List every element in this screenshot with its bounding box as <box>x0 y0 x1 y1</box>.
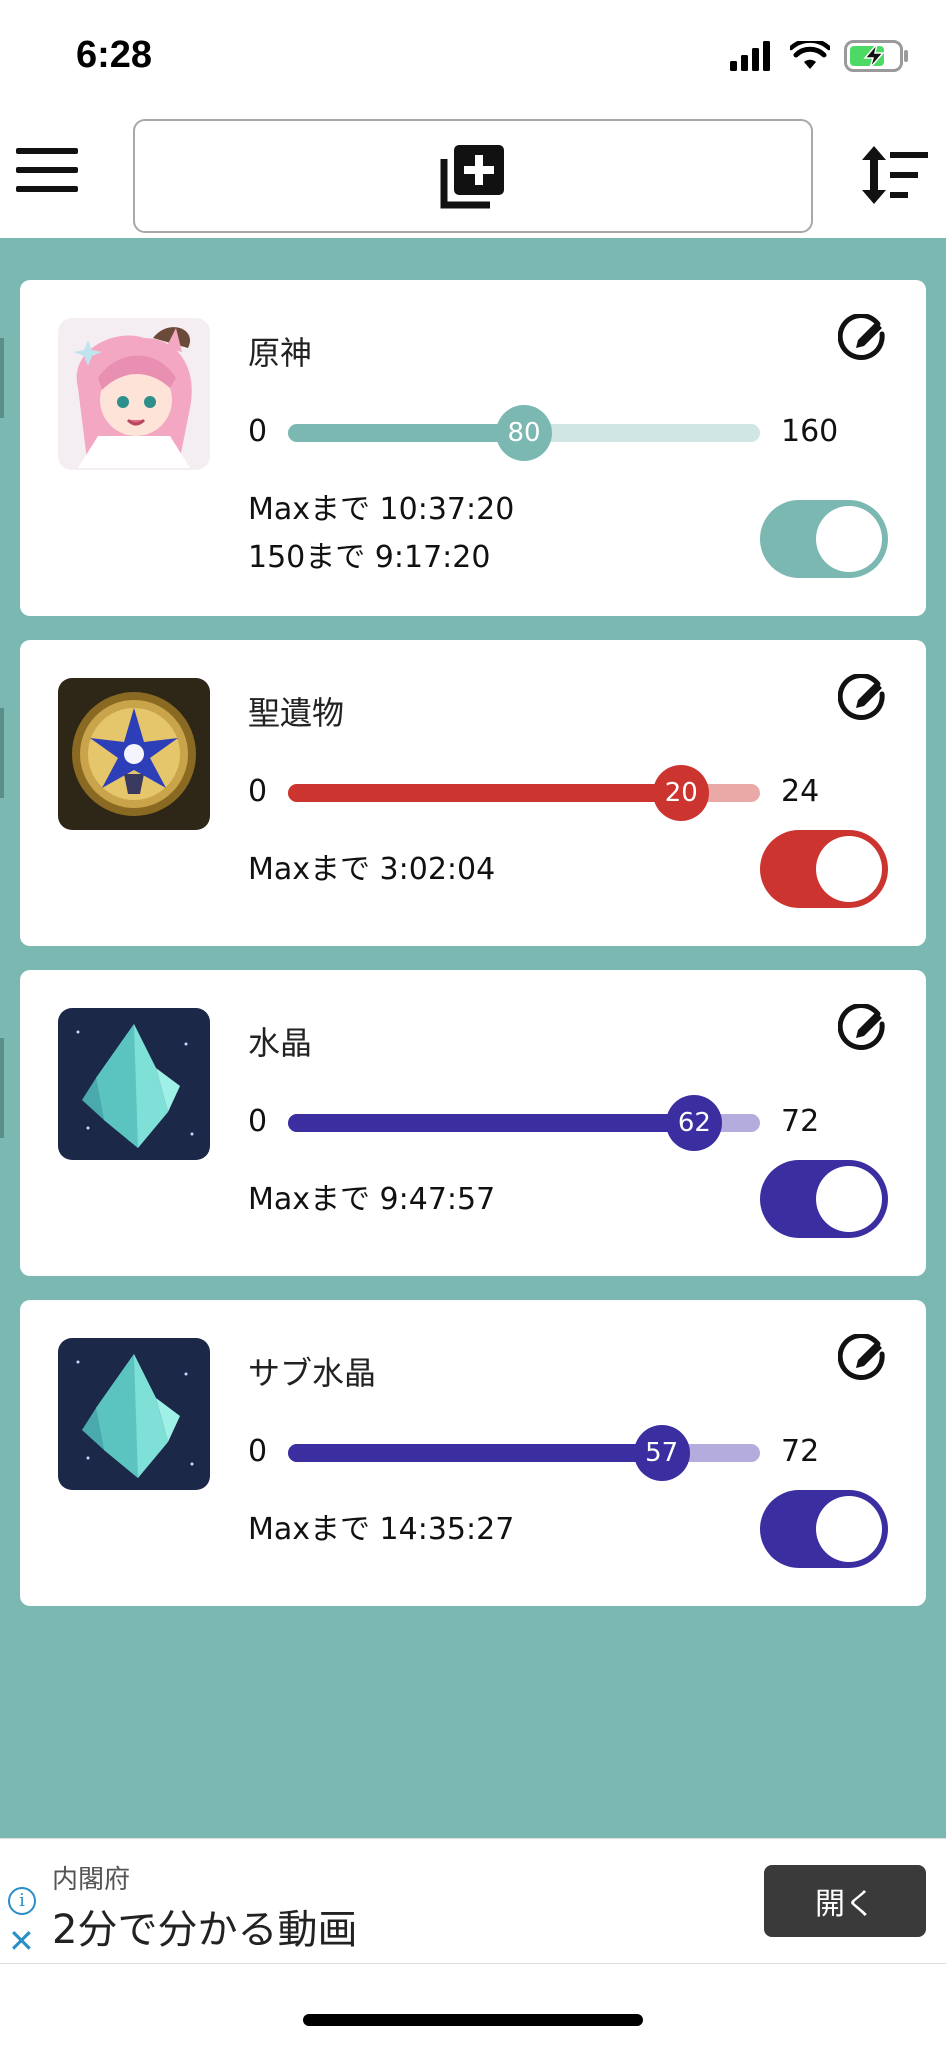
slider-min: 0 <box>248 1104 268 1139</box>
notify-toggle[interactable] <box>760 500 888 578</box>
tracker-title: サブ水晶 <box>248 1354 377 1392</box>
time-to-max: Maxまで 14:35:27 <box>248 1512 515 1547</box>
tracker-card-artifact[interactable]: 聖遺物 0 20 24 Maxまで 3:02:04 <box>20 640 926 946</box>
notify-toggle[interactable] <box>760 1490 888 1568</box>
status-bar: 6:28 <box>0 0 946 110</box>
crystal-icon <box>58 1008 210 1160</box>
wifi-icon <box>790 41 830 69</box>
artifact-flower-icon <box>58 678 210 830</box>
slider-track[interactable]: 80 <box>288 405 760 461</box>
toggle-knob <box>816 836 882 902</box>
tracker-card-crystal[interactable]: 水晶 0 62 72 Maxまで 9:47:57 <box>20 970 926 1276</box>
resin-character-icon <box>58 318 210 470</box>
tracker-list[interactable]: 原神 0 80 160 Maxまで 10:37:20 150まで 9:17:20 <box>0 238 946 1838</box>
home-indicator[interactable] <box>303 2014 643 2026</box>
slider-track[interactable]: 57 <box>288 1425 760 1481</box>
edit-icon[interactable] <box>837 313 890 366</box>
artifact-slider[interactable]: 0 20 24 <box>248 764 848 821</box>
slider-min: 0 <box>248 1434 268 1469</box>
notify-toggle[interactable] <box>760 830 888 908</box>
ad-info-icon[interactable]: i <box>8 1887 36 1915</box>
status-icons <box>730 40 910 72</box>
sort-button[interactable] <box>860 144 930 206</box>
slider-max: 72 <box>781 1104 820 1139</box>
tracker-title: 聖遺物 <box>248 694 345 732</box>
tracker-card-resin[interactable]: 原神 0 80 160 Maxまで 10:37:20 150まで 9:17:20 <box>20 280 926 616</box>
edit-icon[interactable] <box>837 1003 890 1056</box>
slider-max: 160 <box>781 414 839 449</box>
slider-track[interactable]: 62 <box>288 1095 760 1151</box>
battery-charging-icon <box>844 40 908 72</box>
hamburger-menu-icon[interactable] <box>16 148 78 200</box>
cellular-signal-icon <box>730 41 770 71</box>
slider-thumb[interactable]: 57 <box>633 1425 690 1481</box>
edge-mark <box>0 338 4 418</box>
time-to-threshold: 150まで 9:17:20 <box>248 540 491 575</box>
tracker-title: 水晶 <box>248 1024 313 1062</box>
ad-sponsor: 内閣府 <box>52 1865 131 1895</box>
edit-icon[interactable] <box>837 673 890 726</box>
edit-icon[interactable] <box>837 1333 890 1386</box>
slider-track[interactable]: 20 <box>288 765 760 821</box>
tracker-card-sub-crystal[interactable]: サブ水晶 0 57 72 Maxまで 14:35:27 <box>20 1300 926 1606</box>
library-add-icon <box>440 145 504 209</box>
ad-close-icon[interactable]: ✕ <box>8 1925 35 1957</box>
slider-min: 0 <box>248 774 268 809</box>
slider-max: 72 <box>781 1434 820 1469</box>
ad-banner[interactable]: i ✕ 内閣府 2分で分かる動画 開く <box>0 1838 946 1964</box>
time-to-max: Maxまで 3:02:04 <box>248 852 496 887</box>
notify-toggle[interactable] <box>760 1160 888 1238</box>
app-header <box>0 110 946 238</box>
edge-mark <box>0 708 4 798</box>
slider-fill <box>288 1444 662 1462</box>
resin-slider[interactable]: 0 80 160 <box>248 404 848 461</box>
slider-min: 0 <box>248 414 268 449</box>
slider-fill <box>288 424 524 442</box>
slider-thumb[interactable]: 80 <box>496 405 552 461</box>
slider-fill <box>288 784 682 802</box>
toggle-knob <box>816 506 882 572</box>
sort-icon <box>862 146 928 204</box>
sub-crystal-slider[interactable]: 0 57 72 <box>248 1424 848 1481</box>
toggle-knob <box>816 1496 882 1562</box>
add-tracker-button[interactable] <box>133 119 813 233</box>
slider-max: 24 <box>781 774 820 809</box>
toggle-knob <box>816 1166 882 1232</box>
time-to-max: Maxまで 10:37:20 <box>248 492 515 527</box>
slider-thumb[interactable]: 20 <box>653 765 710 821</box>
crystal-slider[interactable]: 0 62 72 <box>248 1094 848 1151</box>
tracker-title: 原神 <box>248 334 313 372</box>
ad-title: 2分で分かる動画 <box>52 1907 358 1953</box>
slider-fill <box>288 1114 695 1132</box>
crystal-icon <box>58 1338 210 1490</box>
slider-thumb[interactable]: 62 <box>666 1095 723 1151</box>
status-time: 6:28 <box>76 34 153 76</box>
time-to-max: Maxまで 9:47:57 <box>248 1182 496 1217</box>
edge-mark <box>0 1038 4 1138</box>
ad-open-button[interactable]: 開く <box>764 1865 926 1937</box>
